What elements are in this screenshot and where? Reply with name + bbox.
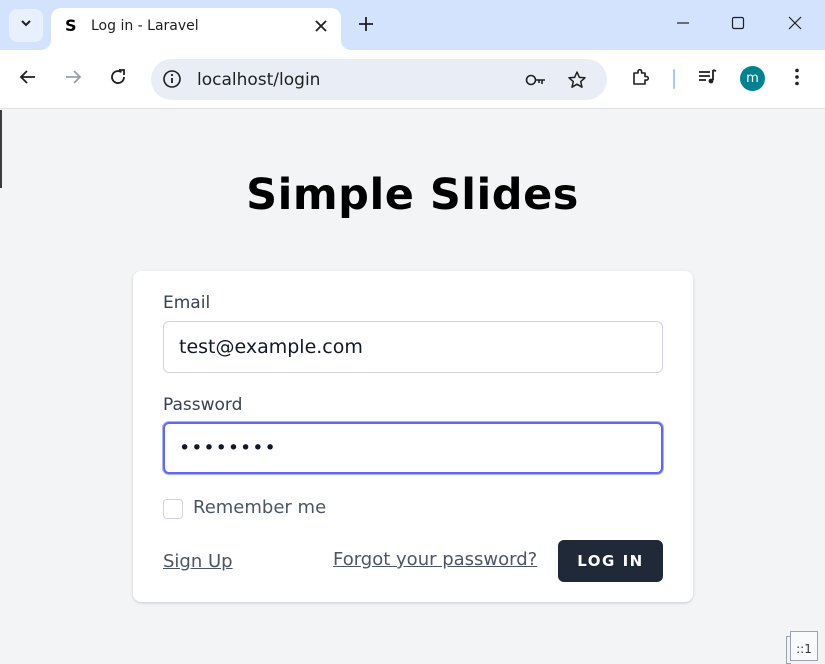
- email-label: Email: [163, 293, 211, 313]
- browser-title-bar: S Log in - Laravel: [0, 0, 825, 50]
- reload-button[interactable]: [104, 65, 132, 93]
- plus-icon: [358, 16, 374, 37]
- kebab-menu-icon: [794, 68, 800, 91]
- browser-tab[interactable]: S Log in - Laravel: [51, 8, 341, 50]
- url-text[interactable]: localhost/login: [197, 70, 320, 90]
- key-icon[interactable]: [525, 69, 547, 91]
- info-icon[interactable]: [161, 68, 183, 90]
- browser-toolbar: localhost/login m: [0, 50, 825, 109]
- chevron-down-icon: [19, 16, 33, 35]
- maximize-icon: [731, 16, 745, 35]
- remember-me-label[interactable]: Remember me: [193, 497, 326, 518]
- new-tab-button[interactable]: [352, 12, 380, 40]
- star-icon[interactable]: [566, 69, 588, 91]
- log-in-button[interactable]: LOG IN: [558, 540, 663, 582]
- maximize-button[interactable]: [723, 10, 753, 40]
- minimize-icon: [676, 16, 690, 35]
- page-title: Simple Slides: [246, 170, 579, 220]
- profile-avatar[interactable]: m: [740, 66, 765, 91]
- back-button[interactable]: [14, 65, 42, 93]
- tab-title: Log in - Laravel: [91, 18, 199, 34]
- forgot-password-link[interactable]: Forgot your password?: [333, 549, 537, 570]
- password-label: Password: [163, 395, 243, 415]
- address-bar[interactable]: localhost/login: [151, 59, 607, 100]
- remember-me-checkbox[interactable]: [163, 499, 183, 519]
- puzzle-icon: [631, 67, 651, 92]
- arrow-right-icon: [64, 68, 82, 91]
- close-icon[interactable]: [311, 16, 331, 36]
- forward-button[interactable]: [59, 65, 87, 93]
- sign-up-link[interactable]: Sign Up: [163, 551, 233, 572]
- media-control-icon: [698, 68, 718, 91]
- reload-icon: [109, 68, 127, 91]
- toolbar-divider: [673, 69, 675, 89]
- favicon: S: [65, 16, 77, 35]
- arrow-left-icon: [19, 68, 37, 91]
- media-control-button[interactable]: [694, 65, 722, 93]
- minimize-button[interactable]: [668, 10, 698, 40]
- login-form: Email test@example.com Password ••••••••…: [133, 271, 693, 602]
- close-window-button[interactable]: [780, 10, 810, 40]
- password-field[interactable]: ••••••••: [163, 422, 663, 474]
- email-field[interactable]: test@example.com: [163, 321, 663, 373]
- extensions-button[interactable]: [627, 65, 655, 93]
- close-icon: [788, 16, 802, 35]
- tab-search-button[interactable]: [9, 9, 43, 42]
- browser-menu-button[interactable]: [783, 65, 811, 93]
- corner-indicator[interactable]: ::1: [786, 631, 818, 664]
